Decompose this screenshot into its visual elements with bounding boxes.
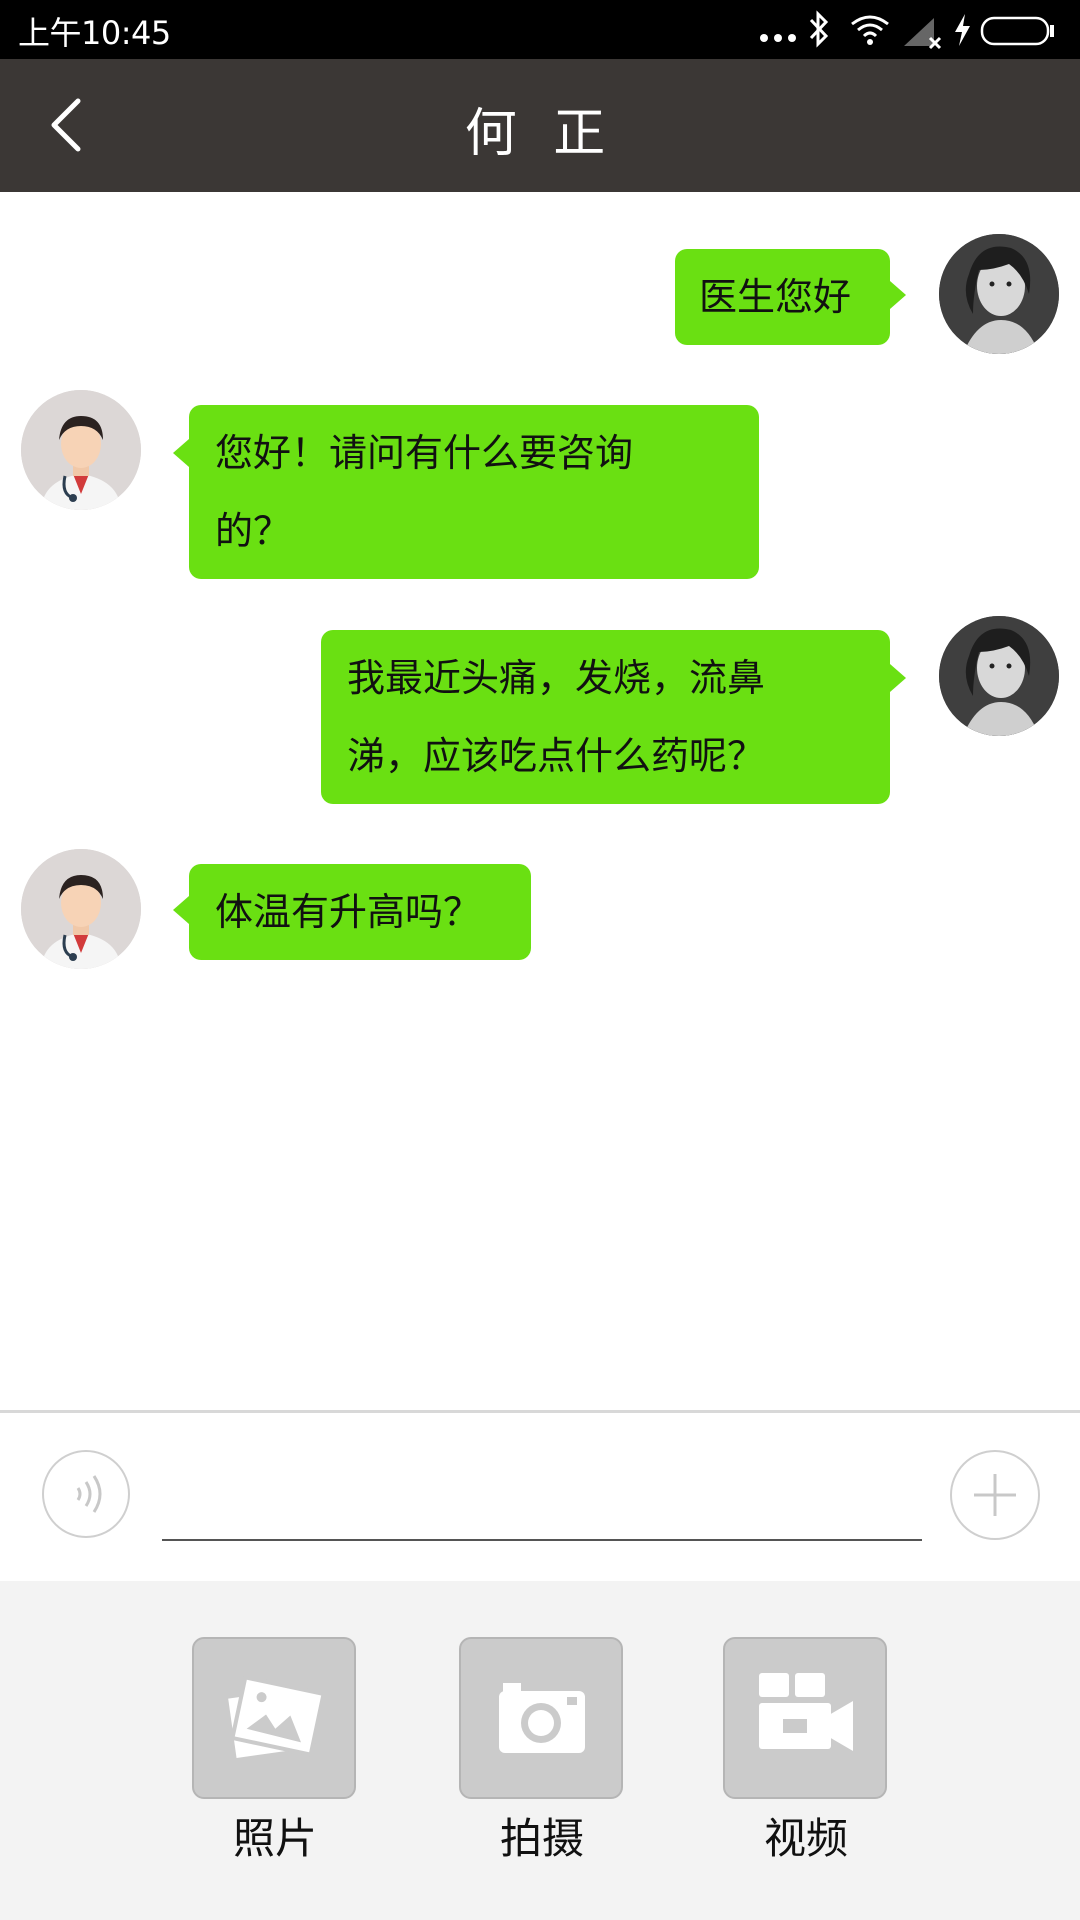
attachment-panel: 照片 拍摄 视频 — [0, 1581, 1080, 1920]
chat-area[interactable]: 医生您好 您好！请问有什么要咨询 的？ 我最近头痛，发烧，流鼻 涕，应该吃点什么… — [0, 192, 1080, 1410]
wifi-icon — [851, 15, 889, 45]
more-dots-icon — [760, 34, 796, 42]
video-icon — [759, 1673, 853, 1751]
doctor-avatar[interactable] — [21, 390, 141, 510]
message-bubble-incoming[interactable]: 您好！请问有什么要咨询 的？ — [173, 405, 759, 579]
doctor-avatar[interactable] — [21, 849, 141, 969]
input-bar — [0, 1410, 1080, 1584]
message-text: 体温有升高吗？ — [215, 890, 482, 934]
message-bubble-outgoing[interactable]: 我最近头痛，发烧，流鼻 涕，应该吃点什么药呢？ — [321, 630, 906, 804]
voice-button[interactable] — [42, 1450, 130, 1538]
photo-button[interactable]: 照片 — [192, 1637, 358, 1866]
plus-icon — [974, 1474, 1016, 1516]
signal-icon — [904, 18, 942, 50]
status-time: 上午10:45 — [18, 14, 171, 52]
message-bubble-outgoing[interactable]: 医生您好 — [675, 249, 906, 345]
message-text-line: 的？ — [215, 509, 292, 553]
user-avatar[interactable] — [939, 234, 1059, 354]
header-bar: 何 正 — [0, 59, 1080, 192]
voice-icon — [76, 1475, 102, 1513]
camera-icon — [499, 1683, 585, 1753]
bluetooth-icon — [809, 10, 829, 48]
message-bubble-incoming[interactable]: 体温有升高吗？ — [173, 864, 531, 960]
video-button[interactable]: 视频 — [723, 1637, 889, 1866]
status-bar: 上午10:45 — [0, 0, 1080, 59]
message-text-line: 我最近头痛，发烧，流鼻 — [347, 656, 766, 700]
battery-icon — [980, 16, 1054, 46]
add-attachment-button[interactable] — [950, 1450, 1040, 1540]
message-text: 医生您好 — [699, 275, 852, 319]
page-title: 何 正 — [464, 104, 616, 164]
video-label: 视频 — [763, 1814, 848, 1863]
charging-icon — [955, 14, 970, 46]
photo-label: 照片 — [232, 1814, 317, 1863]
user-avatar[interactable] — [939, 616, 1059, 736]
message-input[interactable] — [162, 1465, 922, 1541]
message-text-line: 涕，应该吃点什么药呢？ — [347, 734, 766, 778]
camera-button[interactable]: 拍摄 — [459, 1637, 625, 1866]
photo-icon — [228, 1674, 326, 1758]
camera-label: 拍摄 — [499, 1814, 584, 1863]
message-text-line: 您好！请问有什么要咨询 — [215, 431, 634, 475]
